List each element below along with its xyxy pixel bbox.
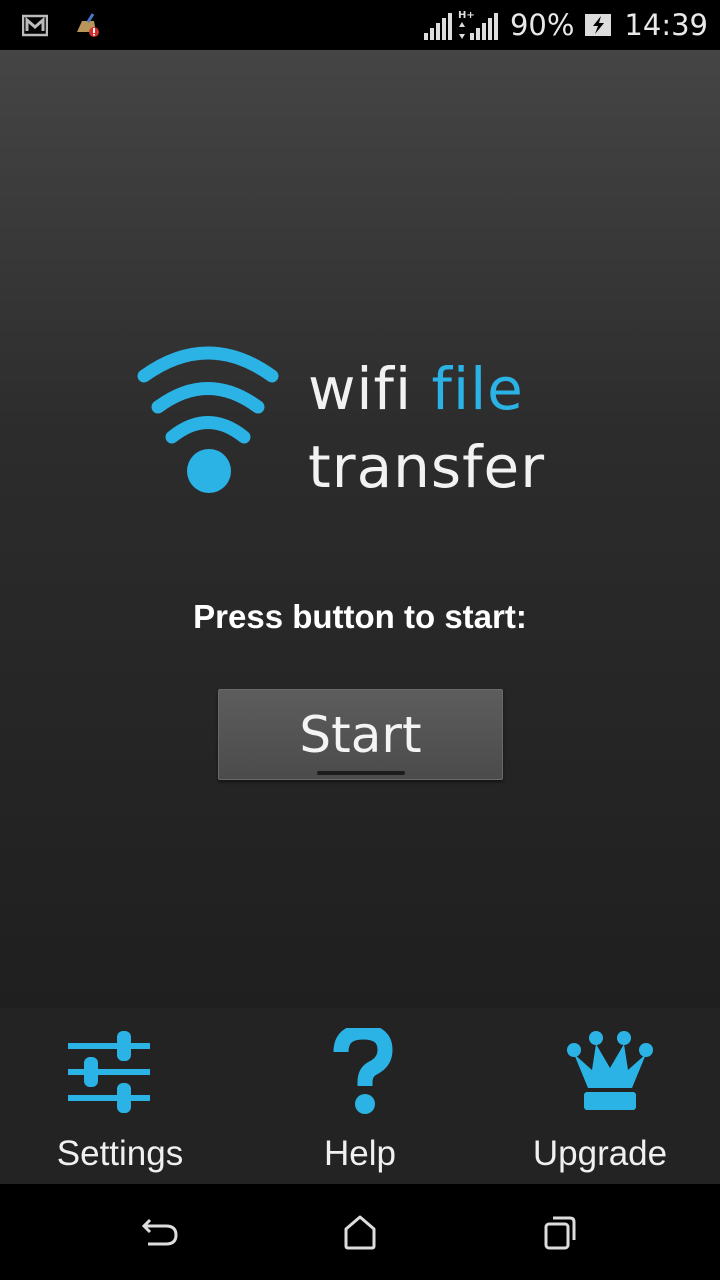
cleaner-app-icon <box>74 12 100 38</box>
sliders-icon <box>68 1031 150 1113</box>
logo-word-file: file <box>431 355 524 423</box>
status-bar: H+ 90% 14:39 <box>0 0 720 50</box>
home-icon[interactable] <box>342 1212 378 1252</box>
navigation-bar <box>0 1184 720 1280</box>
clock: 14:39 <box>624 8 708 42</box>
network-type: H+ <box>458 10 475 21</box>
main-area: wifi file transfer Press button to start… <box>0 50 720 1008</box>
back-icon[interactable] <box>140 1212 180 1252</box>
app-logo: wifi file transfer <box>136 342 596 502</box>
help-button[interactable]: Help <box>240 1008 480 1184</box>
upgrade-button[interactable]: Upgrade <box>480 1008 720 1184</box>
start-prompt: Press button to start: <box>193 598 527 635</box>
settings-label: Settings <box>56 1134 184 1173</box>
logo-word-transfer: transfer <box>308 433 546 501</box>
upgrade-label: Upgrade <box>532 1134 668 1173</box>
help-label: Help <box>324 1134 396 1173</box>
signal-icon: H+ <box>422 8 500 42</box>
battery-charging-icon <box>584 12 614 38</box>
recents-icon[interactable] <box>542 1212 578 1252</box>
battery-percent: 90% <box>509 8 575 42</box>
start-button-label: Start <box>299 705 422 764</box>
crown-icon <box>567 1031 653 1110</box>
wifi-icon <box>137 346 279 493</box>
gmail-icon <box>22 13 48 37</box>
settings-button[interactable]: Settings <box>0 1008 240 1184</box>
question-mark-icon <box>333 1028 393 1114</box>
logo-text: wifi file transfer <box>308 350 545 506</box>
logo-word-wifi: wifi <box>308 355 413 423</box>
button-indicator <box>317 771 405 775</box>
start-button[interactable]: Start <box>218 689 503 780</box>
bottom-toolbar: Settings Help Upgrade <box>0 1008 720 1184</box>
